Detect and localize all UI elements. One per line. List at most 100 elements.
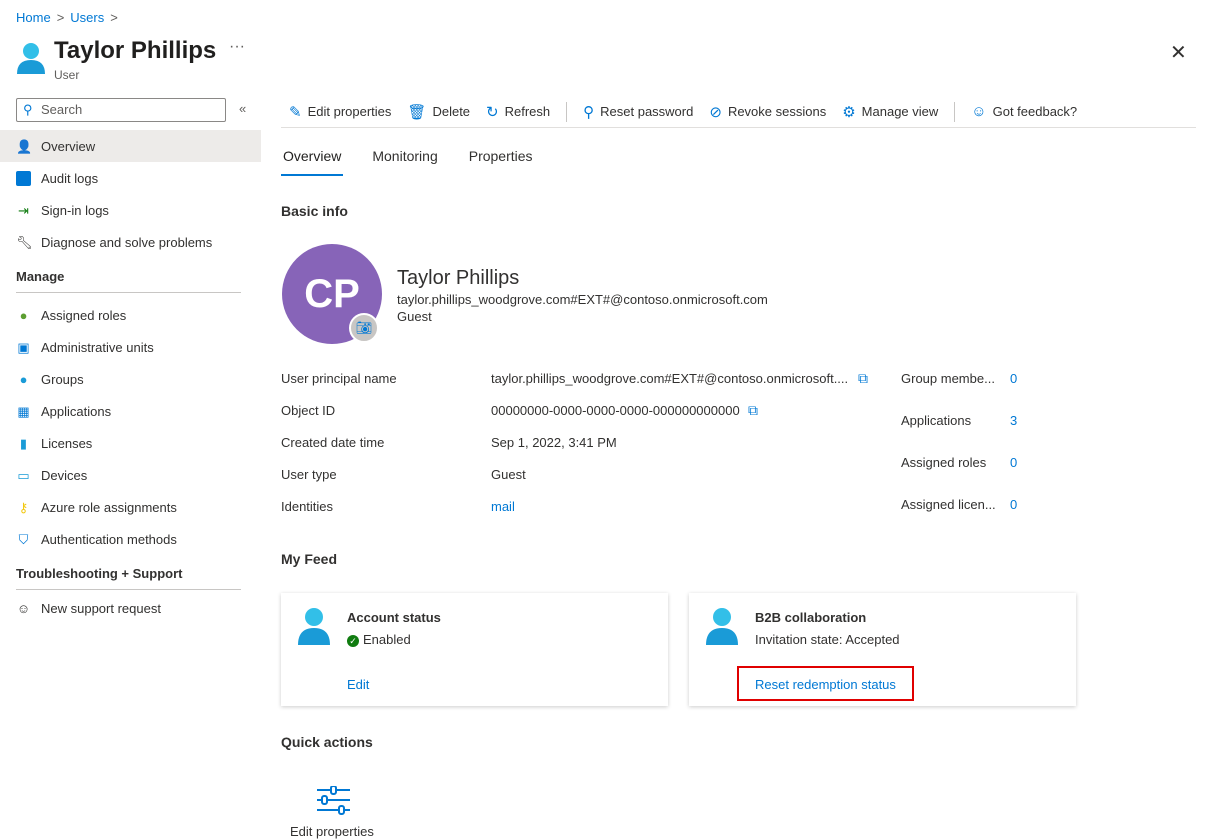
card-title: Account status: [347, 610, 441, 625]
collapse-sidebar-button[interactable]: «: [239, 101, 246, 116]
stat-label: Group membe...: [901, 371, 995, 386]
trash-icon: 🗑︎: [407, 103, 427, 121]
feedback-button[interactable]: ☺ Got feedback?: [971, 103, 1077, 120]
apps-icon: ▦: [17, 403, 30, 419]
account-status-card: Account status ✓ Enabled Edit: [281, 593, 668, 706]
more-options-button[interactable]: ···: [229, 38, 245, 56]
manage-heading: Manage: [16, 269, 65, 284]
sliders-icon[interactable]: [316, 786, 352, 816]
close-button[interactable]: ✕: [1170, 40, 1187, 65]
sidebar-item-licenses[interactable]: ▮ Licenses: [0, 427, 261, 459]
edit-properties-button[interactable]: ✎ Edit properties: [289, 103, 391, 121]
created-value: Sep 1, 2022, 3:41 PM: [491, 435, 617, 450]
support-heading: Troubleshooting + Support: [16, 566, 183, 581]
group-memberships-link[interactable]: 0: [1010, 371, 1017, 386]
pencil-icon: ✎: [289, 103, 302, 121]
sidebar-nav: 👤 Overview Audit logs ⇥ Sign-in logs 🔧︎ Dia…: [0, 130, 261, 620]
field-label: User principal name: [281, 371, 397, 386]
sidebar-item-groups[interactable]: ● Groups: [0, 363, 261, 395]
roles-icon: ●: [19, 307, 28, 323]
stat-label: Applications: [901, 413, 972, 428]
sidebar-item-overview[interactable]: 👤 Overview: [0, 130, 261, 162]
field-label: Identities: [281, 499, 334, 514]
user-email: taylor.phillips_woodgrove.com#EXT#@conto…: [397, 292, 768, 307]
stat-label: Assigned roles: [901, 455, 987, 470]
log-icon: [16, 170, 31, 186]
quick-action-edit-properties[interactable]: Edit properties: [290, 824, 374, 839]
toolbar: ✎ Edit properties 🗑︎ Delete ↻ Refresh ⚲ Rese…: [281, 96, 1196, 128]
sidebar-item-azure-role-assignments[interactable]: ⚷ Azure role assignments: [0, 491, 261, 523]
invitation-state: Invitation state: Accepted: [755, 632, 900, 647]
refresh-icon: ↻: [486, 103, 499, 121]
my-feed-heading: My Feed: [281, 551, 338, 567]
sidebar-item-devices[interactable]: ▭ Devices: [0, 459, 261, 491]
tabs: Overview Monitoring Properties: [281, 148, 535, 176]
sidebar-item-administrative-units[interactable]: ▣ Administrative units: [0, 331, 261, 363]
page-subtitle: User: [54, 68, 80, 82]
tab-properties[interactable]: Properties: [467, 148, 535, 176]
breadcrumb: Home > Users >: [16, 10, 124, 25]
applications-link[interactable]: 3: [1010, 413, 1017, 428]
manage-view-button[interactable]: ⚙ Manage view: [842, 103, 938, 121]
wrench-icon: 🔧︎: [16, 234, 33, 250]
divider: [566, 101, 568, 122]
admin-units-icon: ▣: [17, 339, 30, 355]
user-type: Guest: [397, 309, 432, 324]
assigned-roles-link[interactable]: 0: [1010, 455, 1017, 470]
breadcrumb-users[interactable]: Users: [70, 10, 104, 25]
divider: [16, 589, 241, 590]
sidebar-item-new-support-request[interactable]: ☺ New support request: [0, 596, 261, 620]
search-input[interactable]: ⚲ Search: [16, 98, 226, 122]
copy-icon[interactable]: ⧉: [748, 402, 758, 419]
sidebar-item-sign-in-logs[interactable]: ⇥ Sign-in logs: [0, 194, 261, 226]
reset-redemption-status-link[interactable]: Reset redemption status: [755, 677, 896, 692]
user-icon: [298, 608, 330, 645]
sign-in-icon: ⇥: [18, 202, 29, 218]
camera-icon[interactable]: 📷︎: [349, 313, 379, 343]
shield-icon: ⛉: [18, 531, 29, 547]
delete-button[interactable]: 🗑︎ Delete: [407, 103, 470, 121]
tab-overview[interactable]: Overview: [281, 148, 344, 176]
sidebar-item-diagnose[interactable]: 🔧︎ Diagnose and solve problems: [0, 226, 261, 258]
field-label: Object ID: [281, 403, 336, 418]
divider: [954, 101, 956, 122]
stat-label: Assigned licen...: [901, 497, 996, 512]
account-status: ✓ Enabled: [347, 632, 411, 647]
sidebar-item-audit-logs[interactable]: Audit logs: [0, 162, 261, 194]
card-title: B2B collaboration: [755, 610, 867, 625]
chevron-right-icon: >: [56, 10, 65, 25]
breadcrumb-home[interactable]: Home: [16, 10, 51, 25]
sidebar-item-authentication-methods[interactable]: ⛉ Authentication methods: [0, 523, 261, 555]
page-title: Taylor Phillips: [54, 37, 217, 64]
key-search-icon: ⚲: [583, 103, 595, 121]
upn-value: taylor.phillips_woodgrove.com#EXT#@conto…: [491, 371, 849, 386]
user-type-value: Guest: [491, 467, 526, 482]
object-id-value: 00000000-0000-0000-0000-000000000000: [491, 403, 740, 418]
basic-info-heading: Basic info: [281, 203, 348, 219]
check-icon: ✓: [347, 635, 359, 647]
field-label: User type: [281, 467, 337, 482]
gear-icon: ⚙: [842, 103, 856, 121]
feedback-icon: ☺: [971, 103, 987, 120]
user-icon: [17, 43, 45, 74]
reset-password-button[interactable]: ⚲ Reset password: [583, 103, 693, 121]
user-icon: [706, 608, 738, 645]
revoke-sessions-button[interactable]: ⊘ Revoke sessions: [709, 103, 826, 121]
tab-monitoring[interactable]: Monitoring: [370, 148, 439, 176]
support-icon: ☺: [16, 600, 31, 616]
key-icon: ⚷: [18, 499, 29, 515]
field-label: Created date time: [281, 435, 385, 450]
edit-link[interactable]: Edit: [347, 677, 369, 692]
sidebar-item-assigned-roles[interactable]: ● Assigned roles: [0, 299, 261, 331]
devices-icon: ▭: [17, 467, 30, 483]
quick-actions-heading: Quick actions: [281, 734, 373, 750]
copy-icon[interactable]: ⧉: [858, 370, 868, 387]
b2b-collaboration-card: B2B collaboration Invitation state: Acce…: [689, 593, 1076, 706]
refresh-button[interactable]: ↻ Refresh: [486, 103, 550, 121]
search-icon: ⚲: [23, 102, 33, 117]
block-icon: ⊘: [709, 103, 722, 121]
licenses-icon: ▮: [19, 435, 28, 451]
identities-link[interactable]: mail: [491, 499, 515, 514]
assigned-licenses-link[interactable]: 0: [1010, 497, 1017, 512]
sidebar-item-applications[interactable]: ▦ Applications: [0, 395, 261, 427]
